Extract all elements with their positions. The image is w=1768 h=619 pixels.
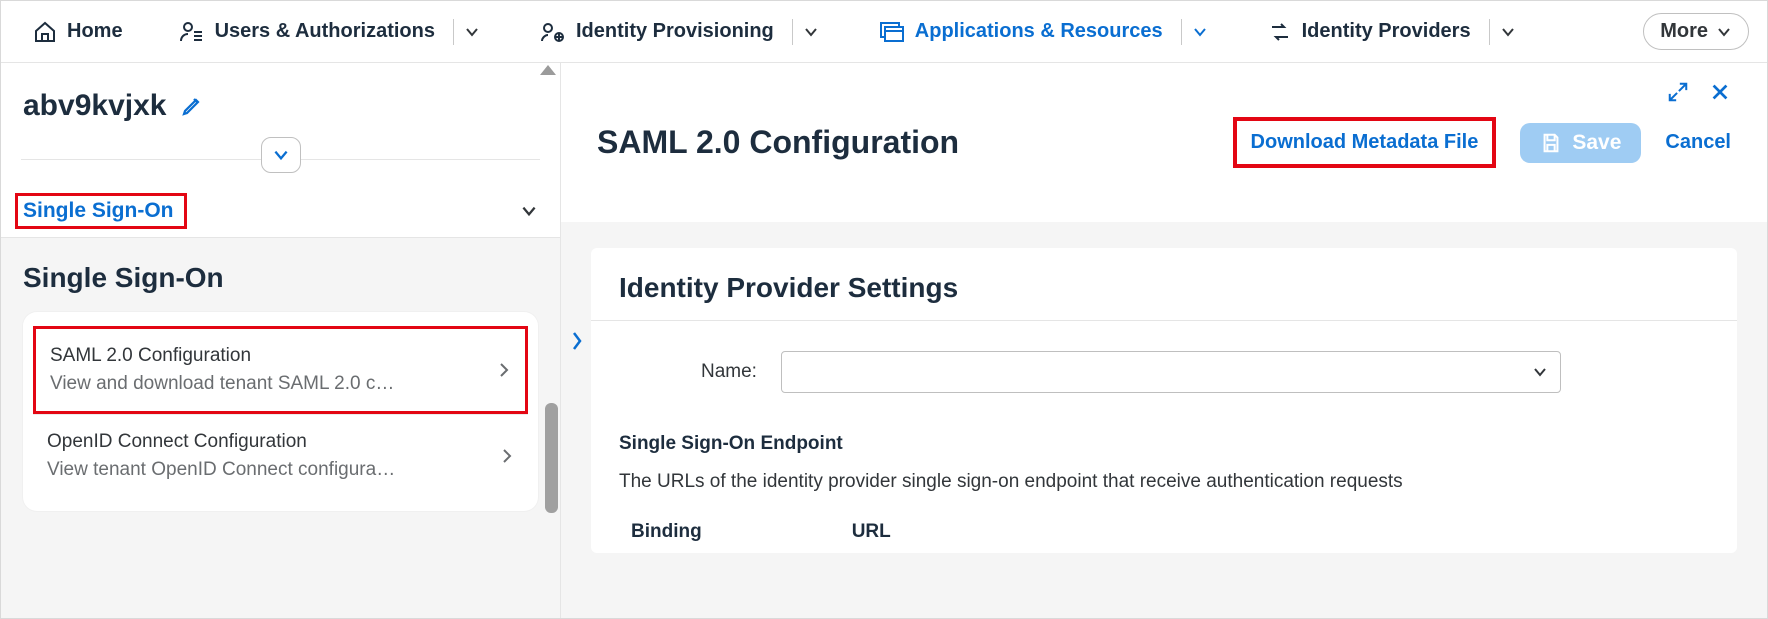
home-icon (33, 20, 57, 44)
chevron-right-icon (500, 447, 514, 465)
item-subtitle: View and download tenant SAML 2.0 c… (50, 373, 487, 395)
idp-icon (1268, 20, 1292, 44)
nav-provisioning-label: Identity Provisioning (576, 20, 774, 43)
tab-single-sign-on[interactable]: Single Sign-On (1, 185, 560, 238)
nav-separator (453, 19, 454, 45)
provisioning-icon (540, 20, 566, 44)
nav-idp[interactable]: Identity Providers (1254, 12, 1485, 52)
panel-title: Identity Provider Settings (591, 248, 1737, 321)
name-select[interactable] (781, 351, 1561, 393)
download-metadata-button[interactable]: Download Metadata File (1251, 131, 1479, 153)
sso-endpoint-desc: The URLs of the identity provider single… (591, 463, 1737, 511)
highlight-box: Download Metadata File (1233, 117, 1497, 168)
close-icon[interactable] (1709, 81, 1731, 103)
form-row-name: Name: (591, 321, 1737, 423)
nav-apps-label: Applications & Resources (915, 20, 1163, 43)
nav-apps-dropdown[interactable] (1186, 24, 1214, 40)
tenant-header: abv9kvjxk (1, 63, 560, 133)
sidebar-item-saml[interactable]: SAML 2.0 Configuration View and download… (33, 326, 528, 414)
sso-endpoint-heading: Single Sign-On Endpoint (591, 423, 1737, 463)
nav-idp-label: Identity Providers (1302, 20, 1471, 43)
item-subtitle: View tenant OpenID Connect configura… (47, 459, 490, 481)
chevron-down-icon (1532, 364, 1548, 380)
cancel-button[interactable]: Cancel (1665, 131, 1731, 154)
edit-icon[interactable] (180, 94, 204, 118)
top-nav: Home Users & Authorizations Identity Pro… (1, 1, 1767, 63)
nav-provisioning[interactable]: Identity Provisioning (526, 12, 788, 52)
nav-idp-dropdown[interactable] (1494, 24, 1522, 40)
tenant-name: abv9kvjxk (23, 89, 166, 123)
page-title: SAML 2.0 Configuration (597, 124, 959, 161)
expander-row (1, 133, 560, 185)
nav-users[interactable]: Users & Authorizations (165, 12, 449, 52)
chevron-down-icon (520, 202, 538, 220)
save-button[interactable]: Save (1520, 123, 1641, 163)
nav-users-dropdown[interactable] (458, 24, 486, 40)
scrollbar-thumb[interactable] (545, 403, 558, 513)
tab-label: Single Sign-On (23, 199, 174, 223)
nav-provisioning-dropdown[interactable] (797, 24, 825, 40)
users-icon (179, 20, 205, 44)
col-url: URL (852, 521, 891, 543)
nav-separator (1181, 19, 1182, 45)
apps-icon (879, 20, 905, 44)
sidebar-item-oidc[interactable]: OpenID Connect Configuration View tenant… (33, 414, 528, 497)
sidebar-card: SAML 2.0 Configuration View and download… (23, 312, 538, 511)
sidebar-body: Single Sign-On SAML 2.0 Configuration Vi… (1, 238, 560, 618)
item-title: OpenID Connect Configuration (47, 431, 490, 453)
col-binding: Binding (631, 521, 702, 543)
nav-more-label: More (1660, 20, 1708, 43)
chevron-right-icon (497, 361, 511, 379)
main: abv9kvjxk Single Sign-On Single Sign-On (1, 63, 1767, 618)
sidebar-heading: Single Sign-On (23, 262, 538, 294)
scroll-up-icon[interactable] (540, 65, 556, 75)
content-header: SAML 2.0 Configuration Download Metadata… (561, 63, 1767, 198)
nav-separator (792, 19, 793, 45)
sidebar: abv9kvjxk Single Sign-On Single Sign-On (1, 63, 561, 618)
name-label: Name: (701, 361, 757, 383)
table-header: Binding URL (591, 511, 1737, 553)
save-label: Save (1572, 131, 1621, 155)
split-handle[interactable] (561, 313, 593, 369)
nav-more-button[interactable]: More (1643, 13, 1749, 50)
nav-separator (1489, 19, 1490, 45)
header-actions: Download Metadata File Save Cancel (1233, 117, 1731, 168)
nav-apps[interactable]: Applications & Resources (865, 12, 1177, 52)
item-title: SAML 2.0 Configuration (50, 345, 487, 367)
nav-home-label: Home (67, 20, 123, 43)
identity-provider-panel: Identity Provider Settings Name: Single … (591, 248, 1737, 553)
expand-icon[interactable] (1667, 81, 1689, 103)
content-body: Identity Provider Settings Name: Single … (561, 222, 1767, 618)
expander-button[interactable] (261, 137, 301, 173)
nav-users-label: Users & Authorizations (215, 20, 435, 43)
nav-home[interactable]: Home (19, 12, 137, 52)
content: SAML 2.0 Configuration Download Metadata… (561, 63, 1767, 618)
save-icon (1540, 132, 1562, 154)
